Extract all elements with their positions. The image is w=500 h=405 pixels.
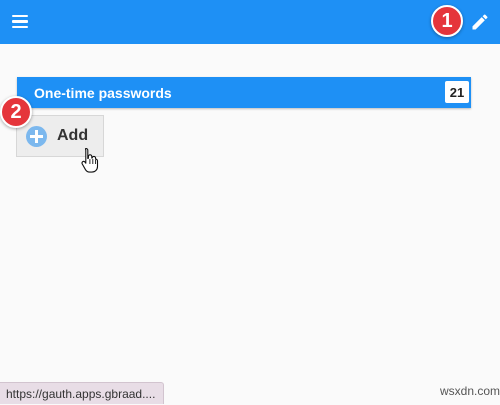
hand-pointer-cursor-icon xyxy=(81,147,99,173)
watermark-text: wsxdn.com xyxy=(440,384,500,398)
pencil-edit-icon[interactable] xyxy=(470,12,490,32)
step-callout-2: 2 xyxy=(0,96,32,128)
hamburger-menu-icon[interactable] xyxy=(12,15,28,28)
section-title: One-time passwords xyxy=(34,85,172,101)
step-callout-1: 1 xyxy=(431,5,463,37)
section-header-one-time-passwords: One-time passwords 21 xyxy=(17,77,471,108)
top-app-bar xyxy=(0,0,500,44)
plus-circle-icon xyxy=(26,126,47,147)
status-bar-url: https://gauth.apps.gbraad.... xyxy=(0,382,164,404)
add-button-label: Add xyxy=(57,127,89,144)
count-badge: 21 xyxy=(445,81,469,103)
